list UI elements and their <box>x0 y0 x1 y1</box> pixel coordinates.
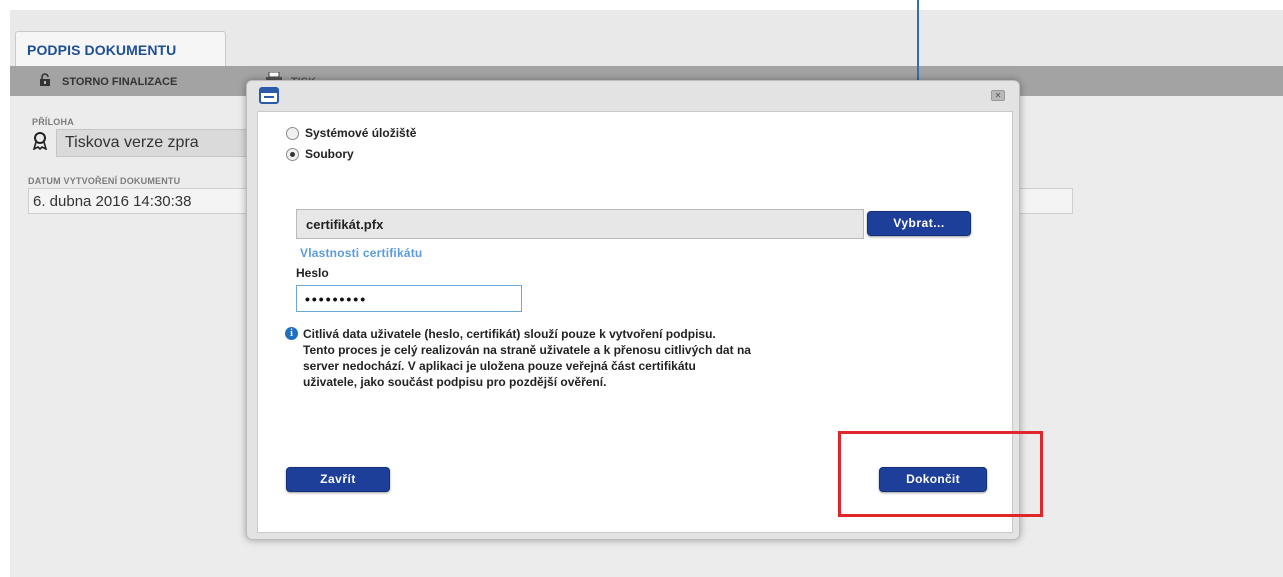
radio-system-storage-label: Systémové úložiště <box>305 126 417 140</box>
info-line: Tento proces je celý realizován na stran… <box>303 343 751 357</box>
radio-system-storage-control[interactable] <box>286 126 299 140</box>
dialog-window-icon <box>259 87 279 104</box>
info-line: uživatele, jako součást podpisu pro pozd… <box>303 375 607 389</box>
highlight-annotation-box <box>838 431 1043 517</box>
info-line: server nedochází. V aplikaci je uložena … <box>303 359 696 373</box>
attachment-field[interactable]: Tiskova verze zpra <box>56 129 256 157</box>
password-field[interactable]: ••••••••• <box>296 285 522 312</box>
info-notice: i Citlivá data uživatele (heslo, certifi… <box>285 326 885 390</box>
created-date-label: DATUM VYTVOŘENÍ DOKUMENTU <box>28 176 181 186</box>
radio-files[interactable]: Soubory <box>286 147 354 161</box>
screen: PODPIS DOKUMENTU STORNO FINALIZACE TISK <box>0 0 1283 577</box>
info-icon: i <box>285 327 298 340</box>
radio-system-storage[interactable]: Systémové úložiště <box>286 126 416 140</box>
award-icon <box>32 131 48 155</box>
info-text: Citlivá data uživatele (heslo, certifiká… <box>303 326 751 390</box>
close-button[interactable]: Zavřít <box>286 467 390 492</box>
close-icon[interactable]: ✕ <box>991 90 1005 101</box>
attachment-row: Tiskova verze zpra <box>32 129 256 157</box>
storno-finalizace-button[interactable]: STORNO FINALIZACE <box>38 72 178 92</box>
radio-files-label: Soubory <box>305 147 354 161</box>
select-file-button[interactable]: Vybrat... <box>867 211 971 236</box>
radio-files-control[interactable] <box>286 147 299 161</box>
storno-finalizace-label: STORNO FINALIZACE <box>62 76 178 88</box>
password-label: Heslo <box>296 266 329 280</box>
attachment-label: PŘÍLOHA <box>32 117 74 127</box>
info-line: Citlivá data uživatele (heslo, certifiká… <box>303 327 716 341</box>
certificate-file-field[interactable]: certifikát.pfx <box>296 209 864 239</box>
tab-label: PODPIS DOKUMENTU <box>27 42 177 58</box>
lock-icon <box>38 72 52 92</box>
tab-podpis-dokumentu[interactable]: PODPIS DOKUMENTU <box>15 31 226 67</box>
dialog-header: ✕ <box>247 81 1019 109</box>
created-date-field: 6. dubna 2016 14:30:38 <box>28 188 258 214</box>
certificate-properties-link[interactable]: Vlastnosti certifikátu <box>300 246 422 260</box>
